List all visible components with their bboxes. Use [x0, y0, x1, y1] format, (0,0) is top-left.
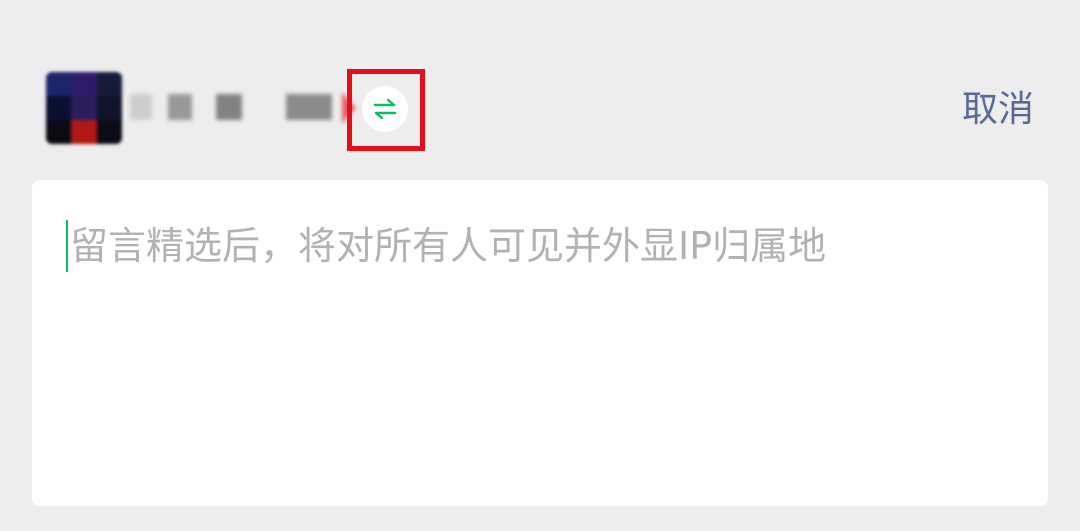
nickname-blurred	[122, 90, 356, 126]
cancel-button[interactable]: 取消	[962, 84, 1034, 136]
comment-compose-panel: 取消 留言精选后，将对所有人可见并外显IP归属地	[0, 0, 1080, 531]
switch-identity-button[interactable]	[362, 86, 408, 132]
swap-arrows-icon	[373, 98, 397, 120]
comment-input[interactable]: 留言精选后，将对所有人可见并外显IP归属地	[32, 180, 1048, 506]
comment-placeholder: 留言精选后，将对所有人可见并外显IP归属地	[70, 224, 827, 268]
avatar	[46, 72, 122, 144]
text-caret	[66, 220, 68, 272]
